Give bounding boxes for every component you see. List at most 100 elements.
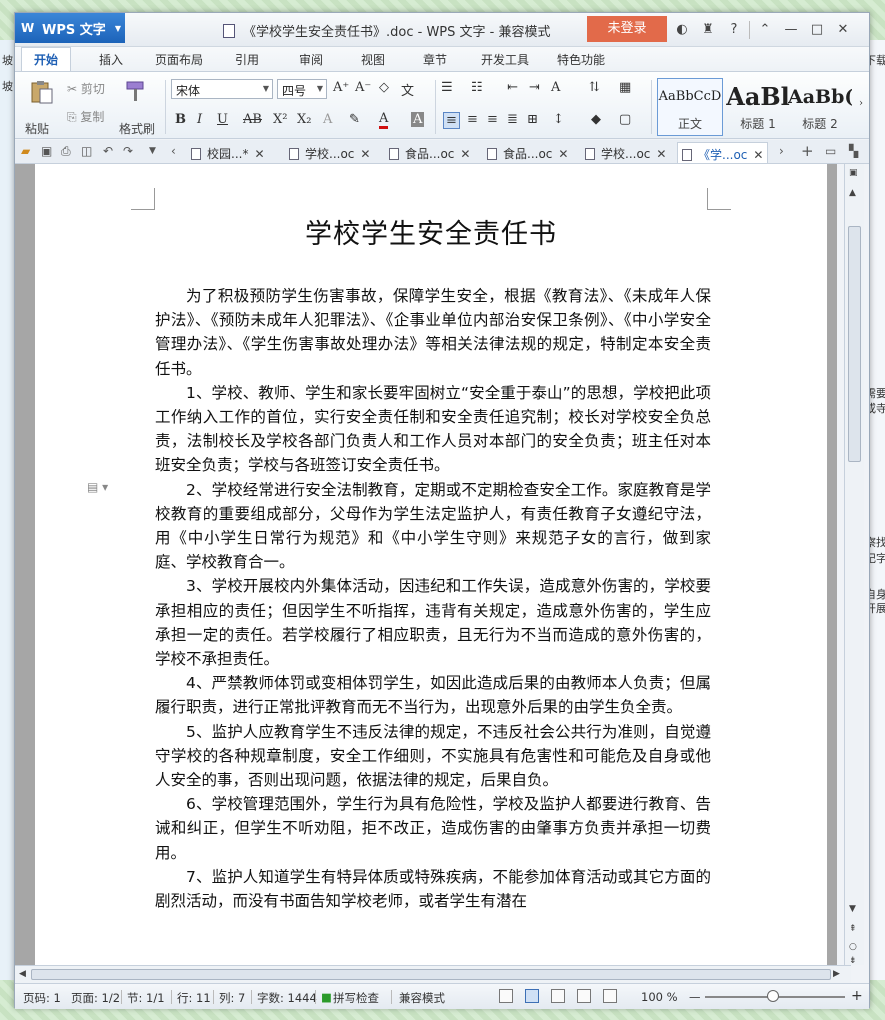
close-tab-icon[interactable]: ✕ xyxy=(558,147,568,161)
phonetic-icon[interactable]: 文 xyxy=(401,80,414,99)
clear-format-icon[interactable]: ◇ xyxy=(379,80,389,95)
doc-tab[interactable]: 校园...* ✕ xyxy=(187,142,269,163)
align-right-icon[interactable]: ≡ xyxy=(487,112,498,127)
quick-access-menu-icon[interactable]: ▼ xyxy=(149,146,156,156)
open-icon[interactable]: ▰ xyxy=(21,144,30,158)
doc-tab[interactable]: 学校...oc ✕ xyxy=(581,142,670,163)
tab-home[interactable]: 开始 xyxy=(21,47,72,72)
collapse-ribbon-icon[interactable]: ⌃ xyxy=(754,19,776,41)
paste-icon[interactable] xyxy=(29,80,55,104)
table-border-icon[interactable]: ▦ xyxy=(619,80,631,95)
highlight-icon[interactable]: ✎ xyxy=(349,112,360,127)
scroll-down-icon[interactable]: ▼ xyxy=(849,904,856,914)
skin-icon[interactable]: ◐ xyxy=(671,19,693,41)
save-icon[interactable]: ▣ xyxy=(41,144,52,158)
close-tab-icon[interactable]: ✕ xyxy=(656,147,666,161)
tab-list-icon[interactable]: ▭ xyxy=(825,144,836,158)
strikethrough-icon[interactable]: AB xyxy=(243,112,262,127)
superscript-icon[interactable]: X² xyxy=(273,112,287,127)
styles-scroll-icon[interactable]: › xyxy=(859,98,863,109)
bold-icon[interactable]: B xyxy=(175,112,186,127)
close-tab-icon[interactable]: ✕ xyxy=(460,147,470,161)
underline-icon[interactable]: U xyxy=(217,112,228,127)
subscript-icon[interactable]: X₂ xyxy=(297,112,311,127)
numbering-icon[interactable]: ☷ xyxy=(471,80,483,95)
style-normal[interactable]: AaBbCcD 正文 xyxy=(657,78,723,136)
sort-icon[interactable]: ⇅ xyxy=(589,80,600,95)
distribute-icon[interactable]: ⊞ xyxy=(527,112,538,127)
align-left-icon[interactable]: ≡ xyxy=(443,112,460,129)
tab-special[interactable]: 特色功能 xyxy=(557,51,605,68)
spellcheck-status[interactable]: 拼写检查 xyxy=(333,990,379,1006)
scroll-right-icon[interactable]: ▶ xyxy=(833,969,840,979)
login-button[interactable]: 未登录 xyxy=(587,16,667,42)
zoom-level[interactable]: 100 % xyxy=(641,990,678,1004)
tab-review[interactable]: 审阅 xyxy=(299,51,323,68)
status-word-count[interactable]: 字数: 1444 xyxy=(257,990,317,1006)
border-icon[interactable]: ▢ xyxy=(619,112,631,127)
tab-options-icon[interactable]: ▚ xyxy=(849,144,858,158)
tab-insert[interactable]: 插入 xyxy=(99,51,123,68)
font-case-icon[interactable]: A xyxy=(551,80,560,95)
prev-page-icon[interactable]: ⇞ xyxy=(849,924,857,934)
tab-page-layout[interactable]: 页面布局 xyxy=(155,51,203,68)
tab-view[interactable]: 视图 xyxy=(361,51,385,68)
close-icon[interactable]: ✕ xyxy=(832,19,854,41)
chevron-right-icon[interactable]: › xyxy=(779,144,784,158)
grow-font-icon[interactable]: A⁺ xyxy=(333,80,349,95)
justify-icon[interactable]: ≣ xyxy=(507,112,518,127)
page-view-icon[interactable] xyxy=(525,989,539,1003)
help-icon[interactable]: ? xyxy=(723,19,745,41)
print-preview-icon[interactable]: ◫ xyxy=(81,144,92,158)
minimize-icon[interactable]: — xyxy=(780,19,802,41)
zoom-in-icon[interactable]: + xyxy=(851,988,863,1004)
shading-icon[interactable]: ◆ xyxy=(591,112,601,127)
scroll-top-icon[interactable]: ▣ xyxy=(849,168,858,178)
tab-references[interactable]: 引用 xyxy=(235,51,259,68)
outline-view-icon[interactable] xyxy=(551,989,565,1003)
format-painter-icon[interactable] xyxy=(123,80,149,104)
italic-icon[interactable]: I xyxy=(197,112,202,127)
shrink-font-icon[interactable]: A⁻ xyxy=(355,80,371,95)
doc-tab[interactable]: 食品...oc ✕ xyxy=(385,142,474,163)
app-menu-button[interactable]: W WPS 文字 ▼ xyxy=(15,13,125,43)
font-name-select[interactable]: 宋体 ▼ xyxy=(171,79,273,99)
style-heading-1[interactable]: AaBl 标题 1 xyxy=(725,78,791,136)
document-body[interactable]: 为了积极预防学生伤害事故，保障学生安全，根据《教育法》、《未成年人保护法》、《预… xyxy=(155,284,711,913)
cut-button[interactable]: ✂ 剪切 xyxy=(67,80,105,97)
font-color-icon[interactable]: A xyxy=(379,112,389,129)
horizontal-scrollbar[interactable]: ◀ ▶ xyxy=(15,965,851,983)
zoom-out-icon[interactable]: — xyxy=(689,990,701,1004)
scroll-left-icon[interactable]: ◀ xyxy=(19,969,26,979)
redo-icon[interactable]: ↷ xyxy=(123,144,133,158)
document-page[interactable]: 学校学生安全责任书 ▤ ▾ 为了积极预防学生伤害事故，保障学生安全，根据《教育法… xyxy=(35,164,827,965)
close-tab-icon[interactable]: ✕ xyxy=(753,148,763,162)
paste-label[interactable]: 粘贴 xyxy=(25,120,49,137)
doc-tab-active[interactable]: 《学...oc ✕ xyxy=(677,142,769,163)
bullets-icon[interactable]: ☰ xyxy=(441,80,453,95)
paragraph-options-icon[interactable]: ▤ ▾ xyxy=(87,480,108,494)
print-icon[interactable]: ⎙ xyxy=(61,144,71,159)
text-effect-icon[interactable]: A xyxy=(323,112,332,127)
close-tab-icon[interactable]: ✕ xyxy=(254,147,264,161)
vertical-scrollbar[interactable]: ▣ ▲ ▼ ⇞ ○ ⇟ xyxy=(844,164,864,966)
style-heading-2[interactable]: AaBb( 标题 2 xyxy=(787,78,853,136)
copy-button[interactable]: ⎘ 复制 xyxy=(67,108,104,125)
status-pages[interactable]: 页面: 1/2 xyxy=(71,990,120,1006)
web-view-icon[interactable] xyxy=(577,989,591,1003)
increase-indent-icon[interactable]: ⇥ xyxy=(529,80,540,95)
tab-developer[interactable]: 开发工具 xyxy=(481,51,529,68)
line-spacing-icon[interactable]: ↕ xyxy=(553,112,564,127)
horizontal-scroll-thumb[interactable] xyxy=(31,969,831,980)
vertical-scroll-thumb[interactable] xyxy=(848,226,861,462)
align-center-icon[interactable]: ≡ xyxy=(467,112,478,127)
maximize-icon[interactable]: □ xyxy=(806,19,828,41)
char-shading-icon[interactable]: A xyxy=(411,112,425,127)
chevron-left-icon[interactable]: ‹ xyxy=(171,144,176,158)
select-browse-icon[interactable]: ○ xyxy=(849,942,857,952)
close-tab-icon[interactable]: ✕ xyxy=(360,147,370,161)
doc-tab[interactable]: 食品...oc ✕ xyxy=(483,142,572,163)
zoom-slider-knob[interactable] xyxy=(767,990,779,1002)
reading-view-icon[interactable] xyxy=(603,989,617,1003)
format-painter-label[interactable]: 格式刷 xyxy=(119,120,155,137)
